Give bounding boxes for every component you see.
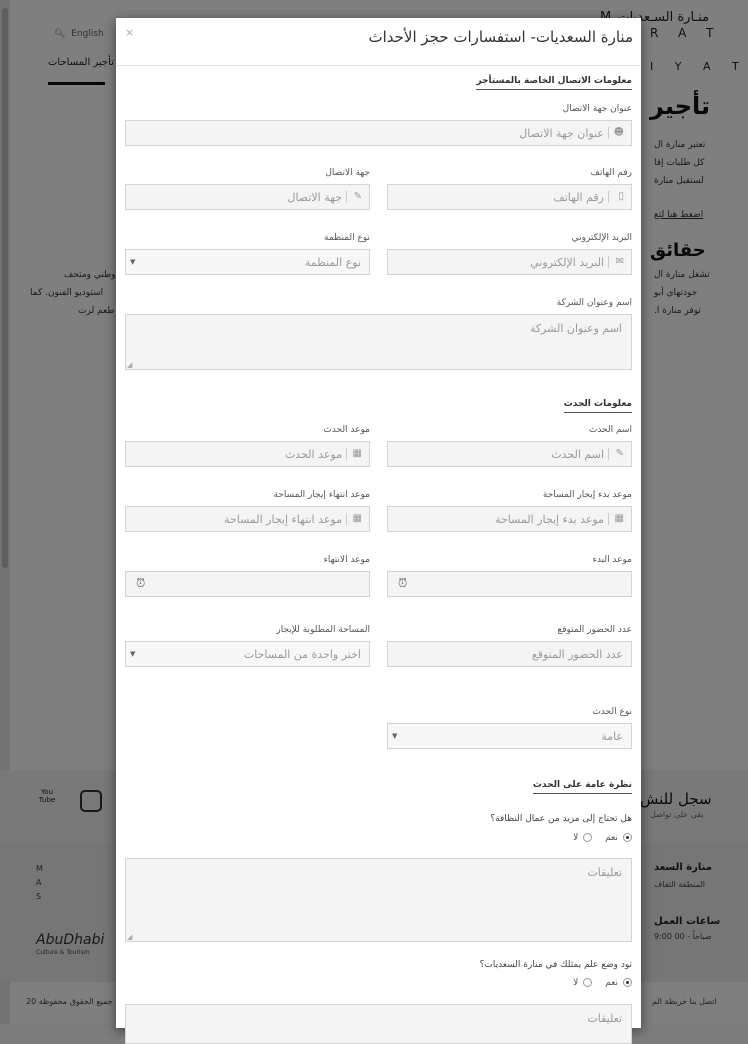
- radio-no[interactable]: [583, 833, 593, 842]
- event-name-label: اسم الحدث: [588, 425, 632, 435]
- mobile-icon: ▯: [618, 191, 624, 202]
- space-label: المساحة المطلوبة للإيجار: [276, 625, 370, 635]
- user-icon: ☻: [613, 127, 624, 138]
- chevron-down-icon: ▼: [130, 258, 136, 266]
- flag-comments-textarea[interactable]: تعليقات: [125, 1004, 632, 1044]
- radio-no[interactable]: [583, 978, 593, 987]
- event-type-select[interactable]: عامة ▼: [387, 723, 632, 749]
- event-name-input[interactable]: ✎ اسم الحدث: [387, 441, 632, 467]
- close-icon[interactable]: ×: [125, 26, 134, 39]
- clock-icon[interactable]: ⏰︎: [136, 576, 145, 591]
- end-time-label: موعد الانتهاء: [323, 555, 370, 565]
- cleaning-comments-textarea[interactable]: تعليقات ◢: [125, 858, 632, 942]
- contact-address-input[interactable]: ☻ عنوان جهة الاتصال: [125, 120, 632, 146]
- rent-start-label: موعد بدء إيجار المساحة: [542, 490, 632, 500]
- phone-label: رقم الهاتف: [590, 168, 632, 178]
- flag-yes-option[interactable]: نعم: [605, 978, 632, 988]
- clock-icon[interactable]: ⏰︎: [398, 576, 407, 591]
- resize-grip-icon[interactable]: ◢: [127, 933, 132, 941]
- rent-end-input[interactable]: ▦ موعد انتهاء إيجار المساحة: [125, 506, 370, 532]
- start-time-label: موعد البدء: [592, 555, 632, 565]
- start-time-input[interactable]: ⏰︎: [387, 571, 632, 597]
- company-label: اسم وعنوان الشركة: [556, 298, 632, 308]
- resize-grip-icon[interactable]: ◢: [127, 361, 132, 369]
- section-overview-heading: نظرة عامة على الحدث: [532, 780, 632, 794]
- flag-no-option[interactable]: لا: [573, 978, 593, 988]
- company-textarea[interactable]: اسم وعنوان الشركة ◢: [125, 314, 632, 370]
- rent-start-input[interactable]: ▦ موعد بدء إيجار المساحة: [387, 506, 632, 532]
- cleaning-question: هل تحتاج إلى مزيد من عمال النظافة؟: [490, 814, 632, 824]
- org-type-select[interactable]: نوع المنظمة ▼: [125, 249, 370, 275]
- rent-end-label: موعد انتهاء إيجار المساحة: [273, 490, 371, 500]
- envelope-icon: ✉: [615, 256, 624, 267]
- chevron-down-icon: ▼: [392, 732, 398, 740]
- email-input[interactable]: ✉ البريد الإلكتروني: [387, 249, 632, 275]
- calendar-icon: ▦: [614, 513, 624, 524]
- flag-question: تود وضع علم يمثلك في منارة السعديات؟: [479, 960, 632, 970]
- attendance-input[interactable]: عدد الحضور المتوقع: [387, 641, 632, 667]
- attendance-label: عدد الحضور المتوقع: [557, 625, 632, 635]
- edit-icon: ✎: [353, 191, 362, 202]
- phone-input[interactable]: ▯ رقم الهاتف: [387, 184, 632, 210]
- cleaning-no-option[interactable]: لا: [573, 833, 593, 843]
- space-select[interactable]: اختر واحدة من المساحات ▼: [125, 641, 370, 667]
- contact-input[interactable]: ✎ جهة الاتصال: [125, 184, 370, 210]
- end-time-input[interactable]: ⏰︎: [125, 571, 370, 597]
- org-type-label: نوع المنظمة: [324, 233, 370, 243]
- event-date-input[interactable]: ▦ موعد الحدث: [125, 441, 370, 467]
- email-label: البريد الإلكتروني: [571, 233, 632, 243]
- divider: [116, 65, 641, 66]
- radio-yes[interactable]: [623, 978, 632, 987]
- calendar-icon: ▦: [352, 513, 362, 524]
- cleaning-yes-option[interactable]: نعم: [605, 833, 632, 843]
- modal-title: منارة السعديات- استفسارات حجز الأحداث: [368, 28, 633, 46]
- event-date-label: موعد الحدث: [323, 425, 370, 435]
- section-event-heading: معلومات الحدث: [563, 399, 632, 413]
- contact-label: جهة الاتصال: [325, 168, 370, 178]
- radio-yes[interactable]: [623, 833, 632, 842]
- chevron-down-icon: ▼: [130, 650, 136, 658]
- event-booking-modal: × منارة السعديات- استفسارات حجز الأحداث …: [116, 18, 641, 1044]
- flag-radio-group: نعم لا: [563, 978, 632, 988]
- calendar-icon: ▦: [352, 448, 362, 459]
- cleaning-radio-group: نعم لا: [563, 833, 632, 843]
- edit-icon: ✎: [615, 448, 624, 459]
- contact-address-label: عنوان جهة الاتصال: [562, 104, 632, 114]
- event-type-label: نوع الحدث: [592, 707, 632, 717]
- section-contact-heading: معلومات الاتصال الخاصة بالمستأجر: [476, 76, 632, 90]
